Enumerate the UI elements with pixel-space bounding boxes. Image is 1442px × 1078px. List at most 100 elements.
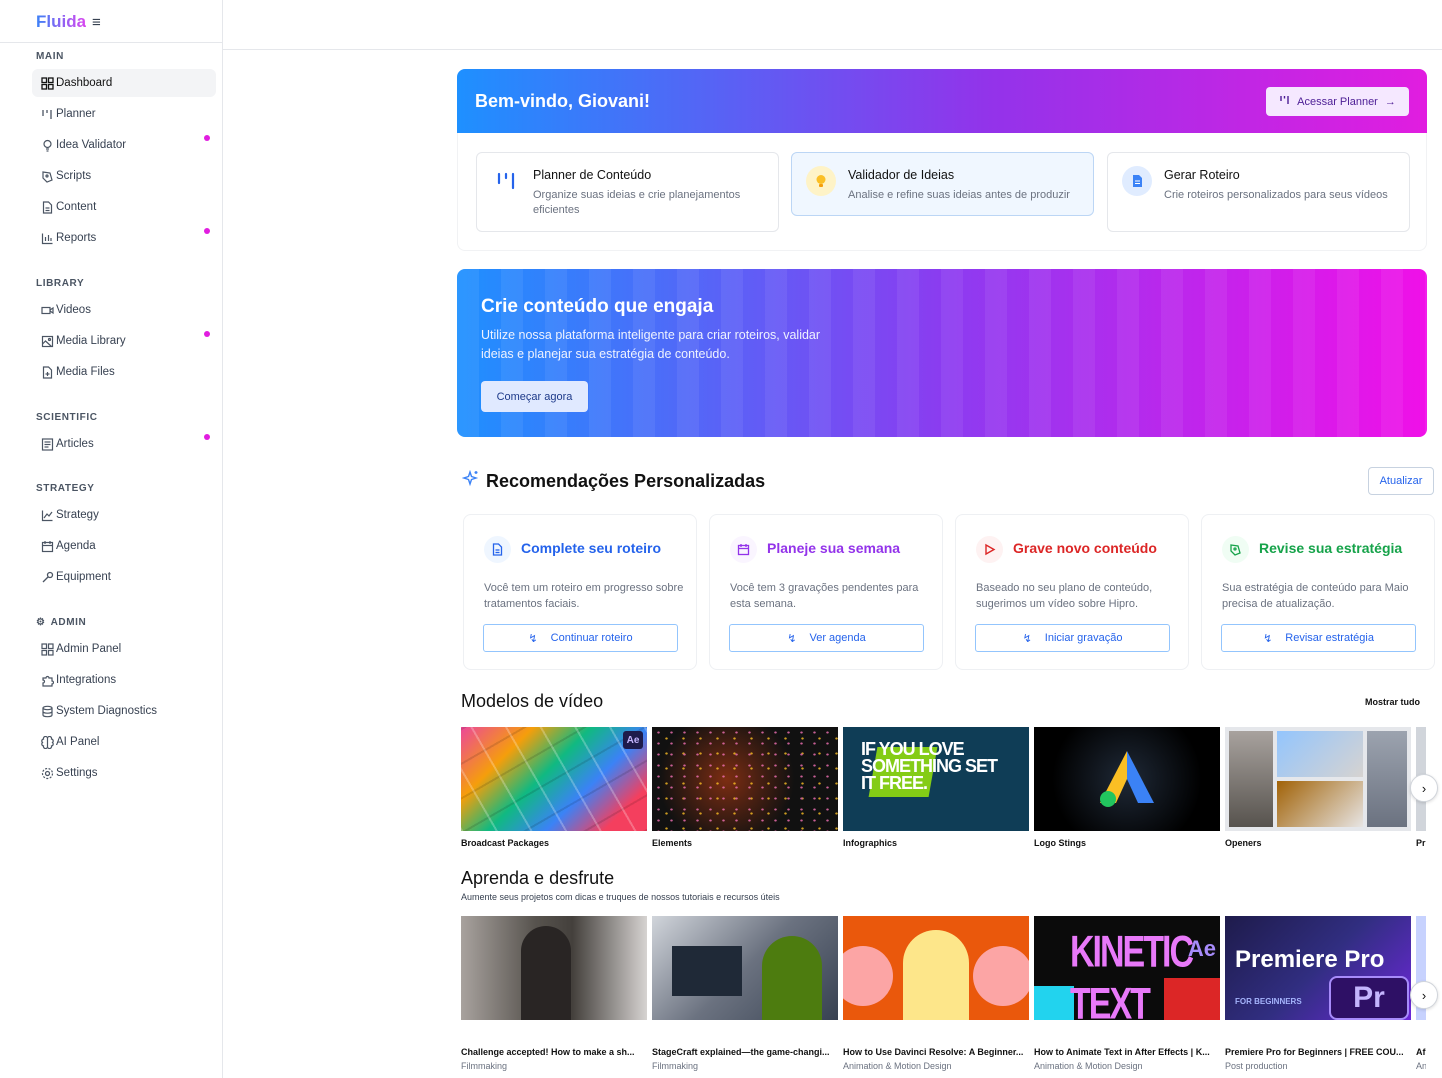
recommendations-heading: Recomendações Personalizadas	[461, 469, 766, 493]
sidebar-item-label: Articles	[56, 438, 94, 450]
sidebar-item-reports[interactable]: Reports	[32, 224, 216, 252]
sidebar-item-media-files[interactable]: Media Files	[32, 358, 216, 386]
notification-dot	[204, 135, 210, 141]
rec-card-record: Grave novo conteúdo Baseado no seu plano…	[955, 514, 1189, 670]
quick-actions: Planner de Conteúdo Organize suas ideias…	[457, 133, 1427, 251]
sidebar-item-label: Planner	[56, 108, 96, 120]
menu-icon[interactable]: ≡	[92, 14, 101, 31]
sparkles-icon	[461, 469, 480, 493]
after-effects-icon: Ae	[1187, 936, 1216, 961]
show-all-link[interactable]: Mostrar tudo	[1365, 697, 1420, 707]
planner-icon	[491, 166, 521, 196]
learn-category: Post production	[1225, 1061, 1288, 1071]
thumb-title: Premiere Pro	[1235, 946, 1385, 973]
lightning-icon: ↯	[787, 632, 797, 645]
article-icon	[40, 437, 54, 451]
sidebar-item-label: Strategy	[56, 509, 99, 521]
welcome-banner: Bem-vindo, Giovani! Acessar Planner →	[457, 69, 1427, 133]
template-thumb-logo-stings[interactable]	[1034, 727, 1220, 831]
template-label: Openers	[1225, 838, 1262, 848]
rec-title: Planeje sua semana	[767, 540, 901, 556]
template-thumb-elements[interactable]	[652, 727, 838, 831]
thumb-photo	[1277, 781, 1363, 827]
button-label: Revisar estratégia	[1285, 632, 1374, 644]
sidebar-item-integrations[interactable]: Integrations	[32, 666, 216, 694]
button-label: Continuar roteiro	[550, 632, 633, 644]
sidebar-item-equipment[interactable]: Equipment	[32, 563, 216, 591]
sidebar-item-label: AI Panel	[56, 736, 100, 748]
template-thumb-openers[interactable]	[1225, 727, 1411, 831]
learn-label: Premiere Pro for Beginners | FREE COU...	[1225, 1047, 1404, 1057]
learn-subtitle: Aumente seus projetos com dicas e truque…	[461, 892, 780, 902]
sidebar-item-label: Admin Panel	[56, 643, 122, 655]
thumb-pattern	[461, 727, 647, 831]
sidebar-item-label: System Diagnostics	[56, 705, 157, 717]
sidebar-item-ai-panel[interactable]: AI Panel	[32, 728, 216, 756]
sidebar-item-admin-panel[interactable]: Admin Panel	[32, 635, 216, 663]
card-content-planner[interactable]: Planner de Conteúdo Organize suas ideias…	[476, 152, 779, 232]
rec-description: Você tem um roteiro em progresso sobre t…	[484, 582, 684, 610]
card-title: Planner de Conteúdo	[533, 168, 652, 182]
learn-thumb-davinci[interactable]	[843, 916, 1029, 1020]
thumb-photo	[1277, 731, 1363, 777]
card-idea-validator[interactable]: Validador de Ideias Analise e refine sua…	[791, 152, 1094, 216]
card-description: Crie roteiros personalizados para seus v…	[1164, 189, 1388, 201]
sidebar-item-strategy[interactable]: Strategy	[32, 501, 216, 529]
refresh-button[interactable]: Atualizar	[1368, 467, 1434, 495]
start-now-button[interactable]: Começar agora	[481, 381, 588, 412]
thumb-shape	[843, 946, 893, 1006]
template-label-partial: Pr	[1416, 838, 1426, 848]
wrench-icon	[40, 570, 54, 584]
templates-next-button[interactable]: ›	[1410, 774, 1438, 802]
sidebar-item-articles[interactable]: Articles	[32, 430, 216, 458]
arrow-right-icon: →	[1384, 95, 1396, 108]
rec-description: Sua estratégia de conteúdo para Maio pre…	[1222, 582, 1409, 610]
start-recording-button[interactable]: ↯ Iniciar gravação	[975, 624, 1170, 652]
access-planner-button[interactable]: Acessar Planner →	[1266, 87, 1409, 116]
view-agenda-button[interactable]: ↯ Ver agenda	[729, 624, 924, 652]
learn-category: Animation & Motion Design	[843, 1061, 952, 1071]
sidebar-item-settings[interactable]: Settings	[32, 759, 216, 787]
learn-thumb-stagecraft[interactable]	[652, 916, 838, 1020]
sidebar-item-label: Integrations	[56, 674, 117, 686]
sidebar-item-content[interactable]: Content	[32, 193, 216, 221]
learn-thumb-kinetic[interactable]: KINETIC TEXT Ae	[1034, 916, 1220, 1020]
sidebar: Fluida ≡ MAIN Dashboard Planner Idea Val…	[0, 0, 223, 1078]
calendar-icon	[730, 536, 757, 563]
section-admin-label: ADMIN	[50, 617, 87, 628]
thumb-camera	[672, 946, 742, 996]
sidebar-item-dashboard[interactable]: Dashboard	[32, 69, 216, 97]
sidebar-item-scripts[interactable]: Scripts	[32, 162, 216, 190]
learn-category: Animation & Motion Design	[1034, 1061, 1143, 1071]
rec-card-strategy: Revise sua estratégia Sua estratégia de …	[1201, 514, 1435, 670]
template-thumb-infographics[interactable]: IF YOU LOVE SOMETHING SET IT FREE.	[843, 727, 1029, 831]
brand-logo[interactable]: Fluida	[36, 12, 86, 32]
learn-thumb-challenge[interactable]	[461, 916, 647, 1020]
brain-icon	[40, 735, 54, 749]
notification-dot	[204, 228, 210, 234]
sidebar-item-agenda[interactable]: Agenda	[32, 532, 216, 560]
learn-next-button[interactable]: ›	[1410, 981, 1438, 1009]
video-icon	[40, 303, 54, 317]
document-icon	[40, 200, 54, 214]
sidebar-item-idea-validator[interactable]: Idea Validator	[32, 131, 216, 159]
sidebar-item-planner[interactable]: Planner	[32, 100, 216, 128]
template-thumb-broadcast[interactable]: Ae	[461, 727, 647, 831]
thumb-photo	[1229, 731, 1273, 827]
sidebar-item-system-diagnostics[interactable]: System Diagnostics	[32, 697, 216, 725]
planner-icon	[40, 107, 54, 121]
review-strategy-button[interactable]: ↯ Revisar estratégia	[1221, 624, 1416, 652]
lightning-icon: ↯	[1022, 632, 1032, 645]
thumb-shape	[973, 946, 1029, 1006]
learn-thumb-premiere[interactable]: Premiere Pro FOR BEGINNERS Pr	[1225, 916, 1411, 1020]
logo-graphic	[1100, 751, 1154, 807]
learn-label: How to Animate Text in After Effects | K…	[1034, 1047, 1210, 1057]
thumb-person	[903, 930, 969, 1020]
notification-dot	[204, 331, 210, 337]
continue-script-button[interactable]: ↯ Continuar roteiro	[483, 624, 678, 652]
card-generate-script[interactable]: Gerar Roteiro Crie roteiros personalizad…	[1107, 152, 1410, 232]
recommendations-title: Recomendações Personalizadas	[486, 471, 766, 491]
after-effects-icon: Ae	[623, 731, 643, 749]
sidebar-item-videos[interactable]: Videos	[32, 296, 216, 324]
sidebar-item-media-library[interactable]: Media Library	[32, 327, 216, 355]
